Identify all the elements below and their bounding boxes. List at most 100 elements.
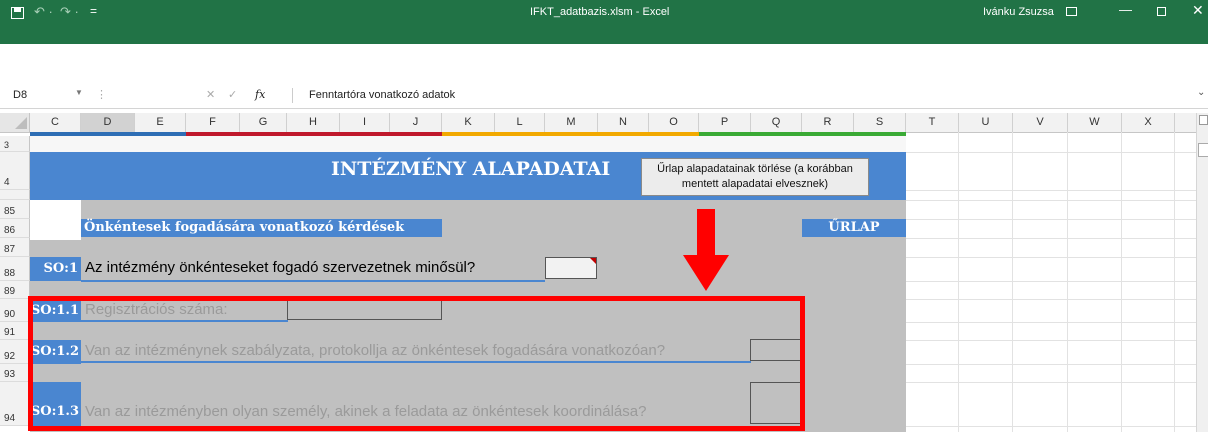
column-header[interactable]: H: [287, 113, 340, 132]
gridline: [906, 281, 1196, 282]
column-header[interactable]: R: [802, 113, 854, 132]
row-3-area: [30, 136, 906, 152]
answer-dropdown[interactable]: [545, 257, 597, 279]
select-all-corner[interactable]: [0, 113, 30, 132]
tab-file[interactable]: Fájl: [23, 49, 41, 61]
row-header[interactable]: 86: [0, 219, 30, 238]
column-header[interactable]: P: [699, 113, 751, 132]
column-header[interactable]: T: [906, 113, 959, 132]
enter-icon[interactable]: ✓: [228, 88, 237, 101]
column-header[interactable]: G: [240, 113, 287, 132]
page-title: INTÉZMÉNY ALAPADATAI: [331, 158, 611, 180]
column-header[interactable]: L: [495, 113, 545, 132]
gridline: [906, 190, 1196, 191]
gridline: [906, 238, 1196, 239]
insert-function-icon[interactable]: fx: [255, 88, 265, 101]
ribbon-display-icon[interactable]: [1066, 7, 1077, 16]
row-header[interactable]: 94: [0, 382, 30, 426]
share-icon[interactable]: ⚲: [1146, 47, 1155, 61]
cancel-icon[interactable]: ✕: [206, 88, 215, 101]
red-highlight-box: [28, 296, 805, 431]
expand-formula-icon[interactable]: ⌄: [1197, 87, 1205, 98]
column-header[interactable]: U: [959, 113, 1013, 132]
customize-qat-icon[interactable]: =: [90, 4, 97, 18]
window-title: IFKT_adatbazis.xlsm - Excel: [530, 6, 670, 18]
column-header[interactable]: X: [1122, 113, 1175, 132]
name-box[interactable]: D8: [13, 89, 27, 101]
left-white-strip: [30, 200, 81, 240]
column-header[interactable]: J: [390, 113, 442, 132]
minimize-icon[interactable]: —: [1119, 2, 1132, 17]
column-header[interactable]: N: [598, 113, 649, 132]
divider-dots: ⋮: [96, 89, 107, 101]
redo-icon[interactable]: ↷ ·: [60, 4, 79, 20]
formula-divider: [292, 88, 293, 103]
formula-input[interactable]: Fenntartóra vonatkozó adatok: [309, 89, 455, 101]
form-link[interactable]: ŰRLAP: [802, 219, 906, 237]
column-header[interactable]: M: [545, 113, 598, 132]
tab-formulas[interactable]: Képletek: [299, 49, 342, 61]
gridline: [906, 152, 1196, 153]
tab-page-layout[interactable]: Lapelrendezés: [206, 49, 278, 61]
row-header[interactable]: 90: [0, 299, 30, 322]
clear-form-button[interactable]: Űrlap alapadatainak törlése (a korábban …: [641, 158, 869, 196]
vertical-scrollbar[interactable]: [1196, 113, 1208, 432]
column-header[interactable]: D: [81, 113, 135, 132]
column-header[interactable]: K: [442, 113, 495, 132]
question-text: Az intézmény önkénteseket fogadó szervez…: [85, 259, 476, 276]
gridline: [906, 299, 1196, 300]
red-arrow-annotation: [683, 209, 729, 291]
tab-foxit-pdf[interactable]: Foxit PDF: [566, 49, 615, 61]
gridline: [1012, 132, 1013, 432]
gridline: [1067, 132, 1068, 432]
column-header[interactable]: F: [186, 113, 240, 132]
tab-data[interactable]: Adatok: [364, 49, 398, 61]
column-header[interactable]: E: [135, 113, 186, 132]
row-header[interactable]: 91: [0, 322, 30, 340]
row-header[interactable]: 92: [0, 340, 30, 364]
clear-form-button-label: Űrlap alapadatainak törlése (a korábban …: [657, 163, 853, 190]
row-header[interactable]: [0, 190, 30, 200]
row-header[interactable]: 88: [0, 257, 30, 281]
row-header[interactable]: 89: [0, 281, 30, 299]
row-header[interactable]: 4: [0, 152, 30, 190]
tab-view[interactable]: Nézet: [512, 49, 541, 61]
column-header[interactable]: W: [1068, 113, 1122, 132]
column-header[interactable]: O: [649, 113, 699, 132]
restore-icon[interactable]: [1157, 7, 1166, 16]
column-header[interactable]: S: [854, 113, 906, 132]
gridline: [906, 200, 1196, 201]
gridline: [1121, 132, 1122, 432]
gridline: [906, 382, 1196, 383]
undo-icon[interactable]: ↶ ·: [34, 4, 53, 20]
row-header[interactable]: 93: [0, 364, 30, 382]
save-icon[interactable]: [11, 6, 24, 19]
column-header[interactable]: V: [1013, 113, 1068, 132]
column-header[interactable]: Q: [751, 113, 802, 132]
question-underline: [81, 280, 545, 282]
gridline: [906, 426, 1196, 427]
question-code: SO:1: [30, 257, 81, 281]
name-box-dropdown-icon[interactable]: ▼: [75, 88, 83, 97]
tab-insert[interactable]: Beszúrás: [143, 49, 189, 61]
tab-review[interactable]: Véleményezés: [425, 49, 497, 61]
row-header[interactable]: 87: [0, 238, 30, 257]
share-button[interactable]: Megosztás: [1162, 49, 1208, 61]
column-header[interactable]: C: [30, 113, 81, 132]
gridline: [906, 257, 1196, 258]
gridline: [906, 364, 1196, 365]
column-header[interactable]: I: [340, 113, 390, 132]
tell-me-search[interactable]: Mutasd meg, hogyan csináljam: [647, 49, 799, 61]
row-header[interactable]: 3: [0, 136, 30, 152]
section-header: Önkéntesek fogadására vonatkozó kérdések: [81, 219, 442, 237]
gridline: [906, 340, 1196, 341]
lightbulb-icon[interactable]: ♀: [633, 49, 641, 61]
close-icon[interactable]: ✕: [1192, 2, 1204, 19]
gridline: [906, 219, 1196, 220]
row-header[interactable]: 85: [0, 200, 30, 219]
gridline: [1174, 132, 1175, 432]
gridline: [906, 322, 1196, 323]
user-name[interactable]: Ivánku Zsuzsa: [983, 6, 1054, 18]
tab-home[interactable]: Kezdőlap: [73, 49, 119, 61]
formula-bar: [0, 83, 1208, 109]
